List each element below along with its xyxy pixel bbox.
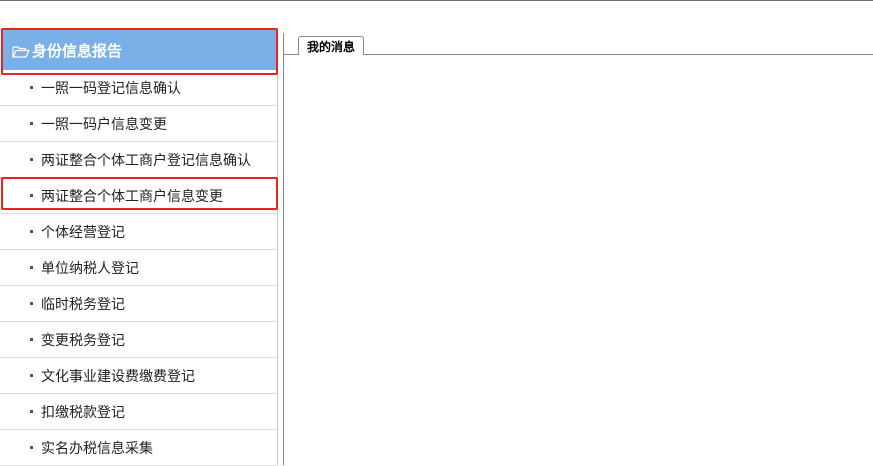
sidebar-item-label: 临时税务登记 [41,296,125,313]
sidebar-item-label: 两证整合个体工商户登记信息确认 [41,152,251,169]
sidebar-item-label: 变更税务登记 [41,332,125,349]
sidebar-item-individual-business-confirm[interactable]: 两证整合个体工商户登记信息确认 [0,142,277,178]
sidebar-item-label: 一照一码户信息变更 [41,116,167,133]
tab-label: 我的消息 [307,39,356,54]
sidebar: 身份信息报告 一照一码登记信息确认 一照一码户信息变更 两证整合个体工商户登记信… [0,28,278,466]
sidebar-item-change-tax-registration[interactable]: 变更税务登记 [0,322,277,358]
bullet-icon [30,194,33,197]
sidebar-item-individual-operation-registration[interactable]: 个体经营登记 [0,214,277,250]
sidebar-item-label: 文化事业建设费缴费登记 [41,368,195,385]
tab-my-messages[interactable]: 我的消息 [298,36,365,55]
bullet-icon [30,158,33,161]
sidebar-header-label: 身份信息报告 [32,41,123,60]
main-content: 我的消息 [283,33,873,465]
bullet-icon [30,230,33,233]
sidebar-header-identity-report[interactable]: 身份信息报告 [2,30,276,70]
sidebar-item-individual-business-change[interactable]: 两证整合个体工商户信息变更 [0,178,277,214]
sidebar-item-temporary-tax-registration[interactable]: 临时税务登记 [0,286,277,322]
sidebar-item-label: 个体经营登记 [41,224,125,241]
bullet-icon [30,374,33,377]
sidebar-item-withholding-tax-registration[interactable]: 扣缴税款登记 [0,394,277,430]
sidebar-item-label: 两证整合个体工商户信息变更 [41,188,223,205]
sidebar-item-label: 单位纳税人登记 [41,260,139,277]
sidebar-item-one-license-change[interactable]: 一照一码户信息变更 [0,106,277,142]
sidebar-item-label: 一照一码登记信息确认 [41,80,181,97]
sidebar-item-label: 实名办税信息采集 [41,440,153,457]
sidebar-item-one-license-confirm[interactable]: 一照一码登记信息确认 [0,70,277,106]
bullet-icon [30,122,33,125]
top-divider [0,0,873,1]
tab-strip: 我的消息 [284,33,873,55]
sidebar-item-cultural-fee-registration[interactable]: 文化事业建设费缴费登记 [0,358,277,394]
sidebar-item-real-name-info-collection[interactable]: 实名办税信息采集 [0,430,277,466]
sidebar-item-label: 扣缴税款登记 [41,404,125,421]
bullet-icon [30,338,33,341]
bullet-icon [30,410,33,413]
bullet-icon [30,266,33,269]
bullet-icon [30,446,33,449]
bullet-icon [30,86,33,89]
bullet-icon [30,302,33,305]
sidebar-item-unit-taxpayer-registration[interactable]: 单位纳税人登记 [0,250,277,286]
folder-open-icon [12,44,30,58]
sidebar-menu: 一照一码登记信息确认 一照一码户信息变更 两证整合个体工商户登记信息确认 两证整… [0,70,277,466]
